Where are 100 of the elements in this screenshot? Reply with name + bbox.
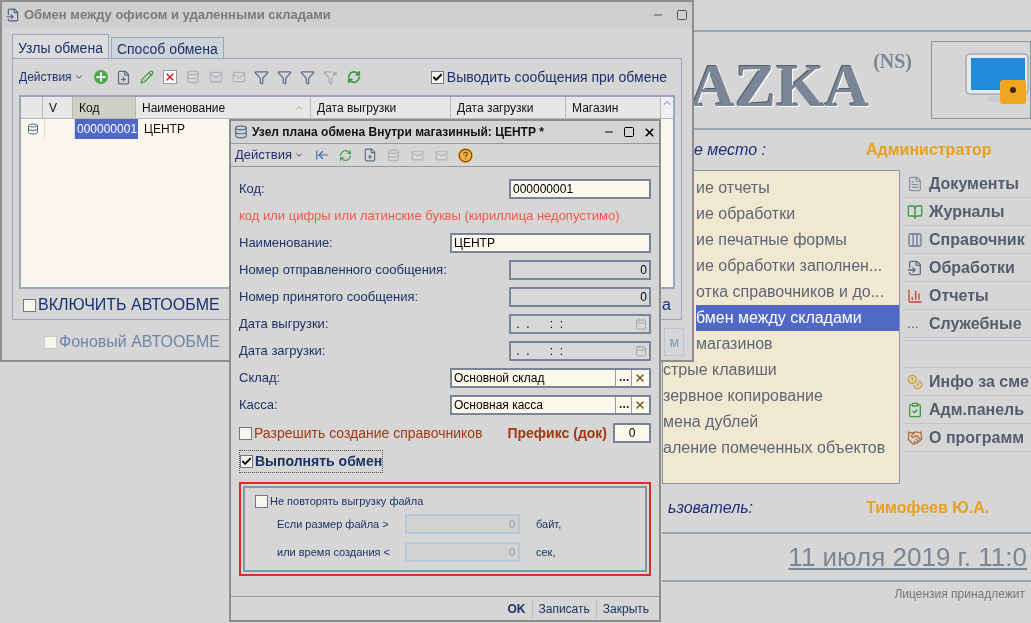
menu-item[interactable]: мена дублей: [663, 409, 899, 435]
column-title: Код: [79, 99, 100, 117]
menu-item[interactable]: аление помеченных объектов: [663, 435, 899, 461]
nav-label: О программ: [929, 427, 1025, 448]
file-icon: [907, 259, 923, 276]
column-title: Наименование: [142, 99, 226, 117]
nav-item[interactable]: О программ: [903, 424, 1031, 452]
input-field[interactable]: . . : :: [509, 340, 651, 361]
dialog-button[interactable]: Закрыть: [595, 599, 655, 618]
actions-menu[interactable]: Действия: [235, 145, 304, 165]
field-value: 000000001: [513, 180, 574, 198]
nav-item[interactable]: Отчеты: [903, 282, 1031, 310]
nav-label: Отчеты: [929, 285, 989, 306]
input-field[interactable]: 000000001: [509, 178, 651, 199]
menu-item[interactable]: ие отчеты: [696, 175, 899, 201]
menu-item[interactable]: бмен между складами: [696, 305, 899, 331]
prefix-field[interactable]: 0: [613, 423, 651, 443]
workplace-label: е место :: [694, 140, 767, 160]
auto-exchange-checkbox[interactable]: ВКЛЮЧИТЬ АВТООБМЕ: [23, 293, 220, 317]
calendar-icon[interactable]: [635, 317, 647, 330]
input-field[interactable]: . . : :: [509, 313, 651, 334]
clear-icon: [633, 371, 646, 384]
table-header-cell[interactable]: Наименование: [136, 97, 311, 118]
menu-item[interactable]: зервное копирование: [663, 383, 899, 409]
coins-icon: [907, 373, 923, 390]
clear-icon: [633, 398, 646, 411]
field-label: Касса:: [239, 395, 278, 414]
role-name: Администратор: [866, 140, 992, 160]
menu-item[interactable]: ие печатные формы: [696, 227, 899, 253]
menu-item[interactable]: стрые клавиши: [663, 357, 899, 383]
logo-superscript: (NS): [873, 49, 913, 75]
input-field[interactable]: Основная касса: [450, 394, 651, 415]
allow-catalogs-checkbox[interactable]: Разрешить создание справочников: [239, 422, 483, 444]
dialog-button[interactable]: Записать: [531, 599, 596, 618]
clear-button[interactable]: [631, 369, 647, 386]
user-name: Тимофеев Ю.А.: [866, 498, 990, 518]
menu-item[interactable]: ие обработки: [696, 201, 899, 227]
nav-item[interactable]: Адм.панель: [903, 396, 1031, 424]
nav-item[interactable]: ... Служебные: [903, 310, 1031, 338]
checkbox[interactable]: [255, 494, 268, 508]
caret-icon: [73, 72, 84, 82]
nav-item[interactable]: Справочник: [903, 226, 1031, 254]
window-icon: [6, 8, 20, 22]
checkbox[interactable]: [240, 454, 253, 468]
select-button[interactable]: [615, 396, 631, 413]
field-label: Номер отправленного сообщения:: [239, 260, 447, 279]
calendar-icon[interactable]: [635, 344, 647, 357]
node-icon: [26, 123, 39, 135]
show-messages-checkbox[interactable]: Выводить сообщения при обмене: [430, 66, 667, 88]
background-exchange-checkbox: Фоновый АВТООБМЕ: [44, 330, 220, 354]
prefix-label: Префикс (док): [507, 423, 607, 443]
actions-menu[interactable]: Действия: [19, 68, 84, 86]
tab[interactable]: Узлы обмена: [12, 34, 109, 58]
user-label: ьзователь:: [668, 498, 755, 518]
checkbox[interactable]: [430, 70, 444, 84]
column-title: Дата загрузки: [457, 99, 534, 117]
table-header-cell[interactable]: Код: [73, 97, 136, 118]
input-field[interactable]: Основной склад: [450, 367, 651, 388]
current-date: 11 июля 2019 г. 11:0: [788, 540, 1027, 574]
tab[interactable]: Способ обмена: [110, 37, 224, 58]
logo: AZKA: [690, 54, 870, 116]
field-label: Дата выгрузки:: [239, 314, 329, 333]
nav-label: Служебные: [929, 313, 1022, 334]
nav-label: Адм.панель: [929, 399, 1025, 420]
field-value: . . : :: [515, 315, 563, 333]
menu-item[interactable]: отка справочников и до...: [696, 279, 899, 305]
field-value: ЦЕНТР: [454, 234, 495, 252]
nav-item[interactable]: Инфо за сме: [903, 368, 1031, 396]
nav-label: Справочник: [929, 229, 1025, 250]
nav-label: Инфо за сме: [929, 371, 1029, 392]
caret-icon: [293, 150, 304, 160]
clear-button[interactable]: [631, 396, 647, 413]
do-exchange-checkbox[interactable]: Выполнять обмен: [239, 449, 384, 473]
input-field[interactable]: ЦЕНТР: [450, 232, 651, 253]
dialog-button[interactable]: OK: [501, 599, 532, 618]
field-value: 0: [640, 261, 647, 279]
nav-item[interactable]: Журналы: [903, 198, 1031, 226]
scrollbar[interactable]: [661, 97, 673, 118]
field-label: Склад:: [239, 368, 281, 387]
table-header-cell[interactable]: Дата загрузки: [451, 97, 566, 118]
checkbox[interactable]: [239, 426, 252, 440]
table-cell[interactable]: 000000001: [75, 119, 138, 139]
input-field[interactable]: 0: [509, 286, 651, 307]
check-icon: [241, 455, 252, 467]
table-cell-text: ЦЕНТР: [143, 121, 186, 138]
menu-item[interactable]: магазинов: [696, 331, 899, 357]
input-field[interactable]: 0: [509, 259, 651, 280]
nav-item[interactable]: Обработки: [903, 254, 1031, 282]
maximize-icon[interactable]: [623, 126, 635, 138]
checkbox[interactable]: [23, 298, 36, 312]
book-icon: [907, 203, 923, 220]
field-label: Дата загрузки:: [239, 341, 326, 360]
nav-item[interactable]: Документы: [903, 170, 1031, 198]
menu-item[interactable]: ие обработки заполнен...: [696, 253, 899, 279]
select-button[interactable]: [615, 369, 631, 386]
check-icon: [431, 71, 443, 83]
hint-text: код или цифры или латинские буквы (кириллица недопустимо): [239, 206, 620, 225]
table-header-cell[interactable]: Дата выгрузки: [311, 97, 451, 118]
no-repeat-checkbox[interactable]: Не повторять выгрузку файла: [255, 492, 635, 510]
close-icon[interactable]: [643, 125, 656, 139]
